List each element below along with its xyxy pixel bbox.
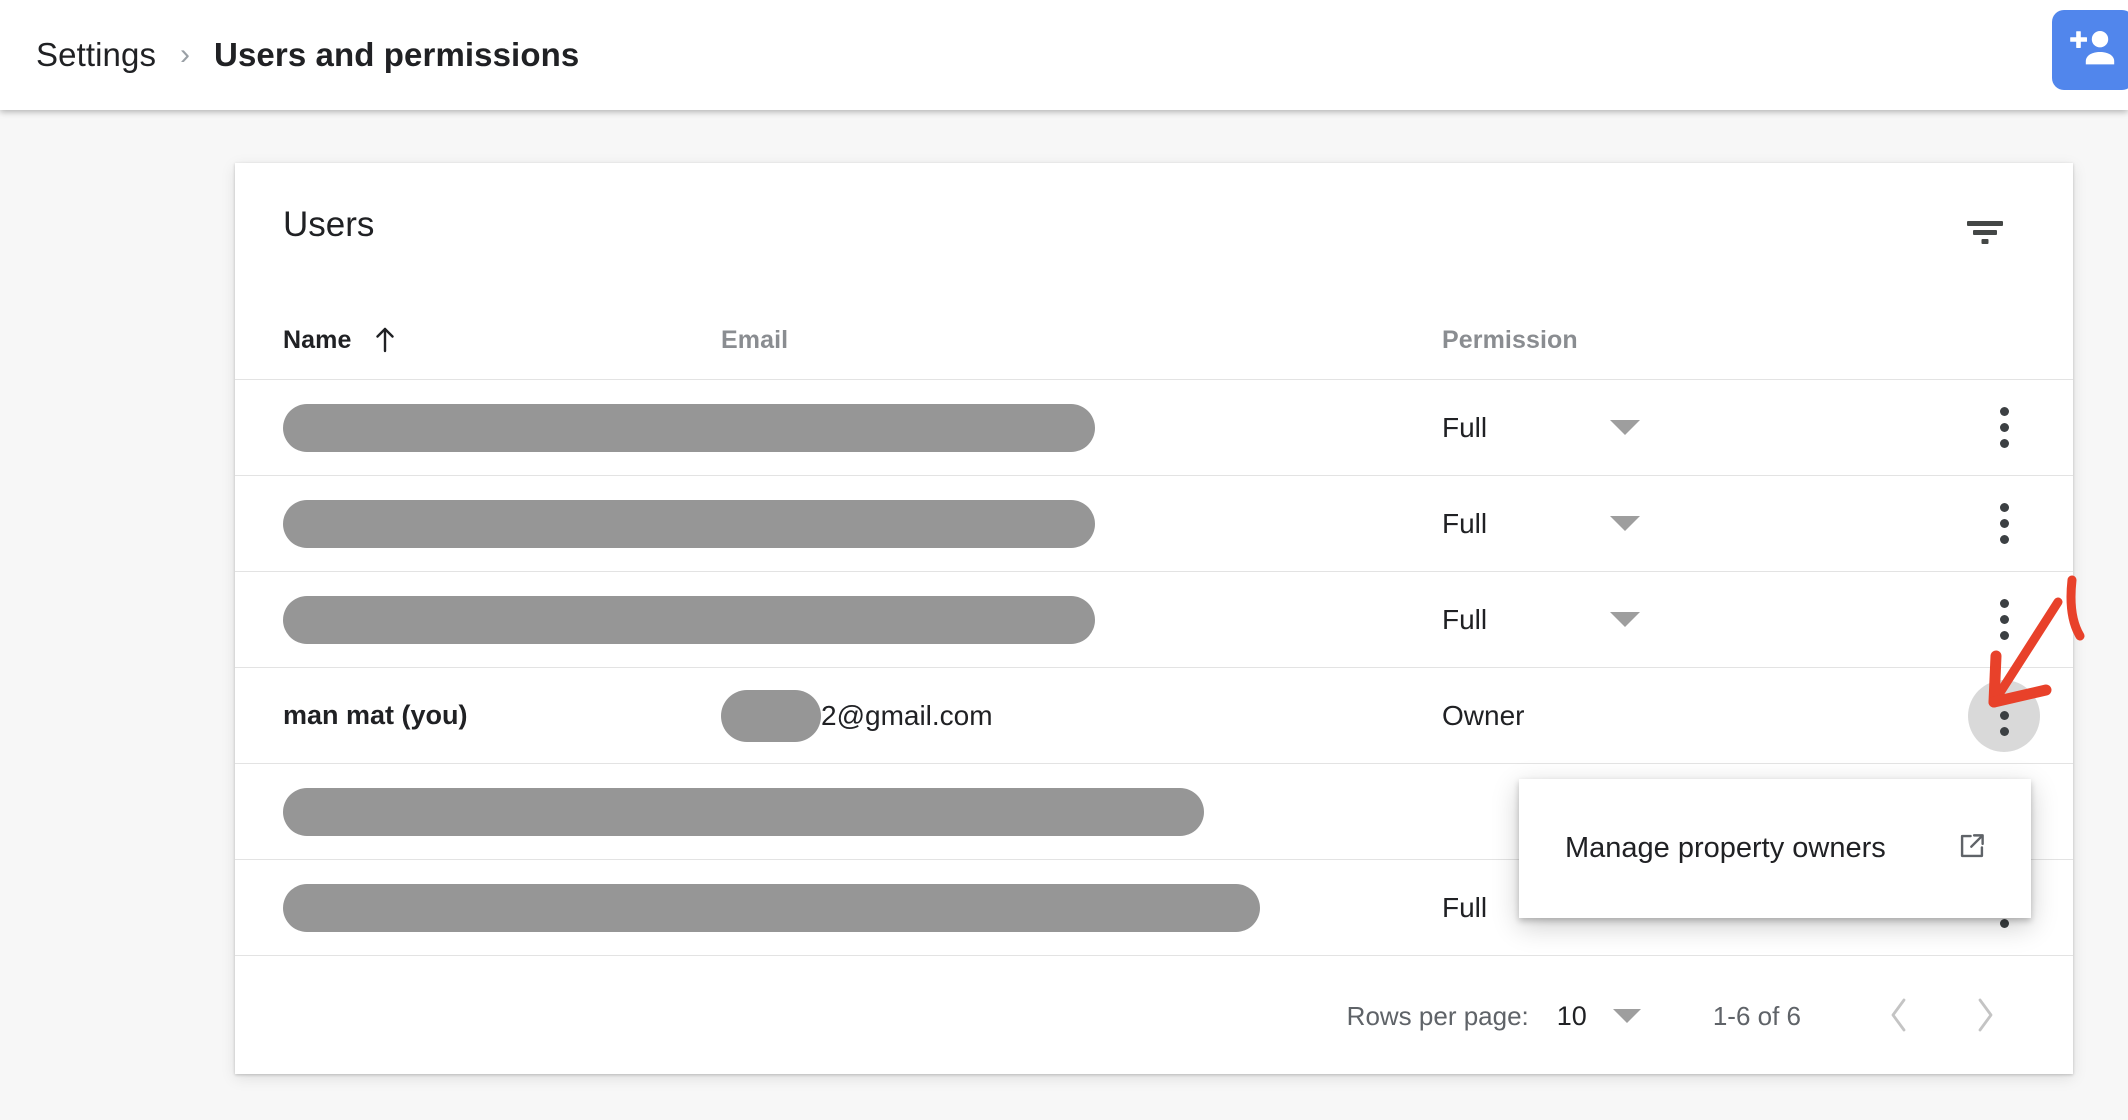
table-header-row: Name Email Permission bbox=[235, 301, 2073, 379]
breadcrumb: Settings › Users and permissions bbox=[36, 0, 579, 110]
sort-ascending-icon bbox=[374, 327, 396, 353]
chevron-left-icon bbox=[1885, 995, 1913, 1038]
page-title: Users and permissions bbox=[214, 36, 580, 73]
card-title: Users bbox=[283, 205, 375, 244]
cell-name: man mat (you) bbox=[283, 668, 468, 763]
cell-name bbox=[283, 764, 1204, 859]
cell-permission[interactable]: Full bbox=[1442, 380, 1640, 475]
filter-button[interactable] bbox=[1955, 203, 2015, 263]
redacted-name bbox=[283, 787, 1204, 836]
rows-per-page-caret-icon[interactable] bbox=[1612, 1009, 1641, 1023]
row-context-menu: Manage property owners bbox=[1519, 779, 2031, 918]
filter-list-icon bbox=[1964, 217, 2006, 250]
add-user-button[interactable] bbox=[2052, 10, 2128, 90]
permission-value: Full bbox=[1442, 411, 1488, 443]
cell-actions bbox=[1935, 380, 2073, 475]
redacted-name bbox=[283, 403, 1095, 452]
open-in-new-icon bbox=[1955, 829, 1989, 868]
permission-dropdown-caret-icon[interactable] bbox=[1610, 420, 1640, 435]
rows-per-page-label: Rows per page: bbox=[1346, 1000, 1529, 1031]
redacted-email-prefix bbox=[721, 689, 821, 742]
kebab-menu-button[interactable] bbox=[1968, 488, 2040, 560]
breadcrumb-settings-link[interactable]: Settings bbox=[36, 36, 156, 74]
redacted-name bbox=[283, 883, 1260, 932]
permission-value: Full bbox=[1442, 507, 1488, 539]
rows-per-page-value[interactable]: 10 bbox=[1557, 1001, 1587, 1032]
cell-name bbox=[283, 380, 1095, 475]
pagination-range-label: 1-6 of 6 bbox=[1712, 1000, 1801, 1031]
top-header-bar: Settings › Users and permissions bbox=[0, 0, 2128, 110]
permission-value: Owner bbox=[1442, 699, 1525, 731]
previous-page-button[interactable] bbox=[1871, 988, 1927, 1044]
cell-email: 2@gmail.com bbox=[721, 668, 993, 763]
permission-dropdown-caret-icon[interactable] bbox=[1610, 612, 1640, 627]
cell-name bbox=[283, 572, 1095, 667]
table-row: Full bbox=[235, 571, 2073, 667]
cell-name bbox=[283, 476, 1095, 571]
column-header-permission[interactable]: Permission bbox=[1442, 301, 1578, 379]
user-email: 2@gmail.com bbox=[821, 699, 993, 731]
table-row: Full bbox=[235, 475, 2073, 571]
column-header-permission-label: Permission bbox=[1442, 325, 1578, 354]
permission-dropdown-caret-icon[interactable] bbox=[1610, 516, 1640, 531]
cell-permission[interactable]: Full bbox=[1442, 476, 1640, 571]
paginator: Rows per page: 10 1-6 of 6 bbox=[235, 958, 2073, 1074]
cell-permission[interactable]: Full bbox=[1442, 572, 1640, 667]
cell-actions bbox=[1935, 476, 2073, 571]
permission-value: Full bbox=[1442, 603, 1488, 635]
chevron-right-icon bbox=[1971, 995, 1999, 1038]
cell-actions bbox=[1935, 572, 2073, 667]
redacted-name bbox=[283, 499, 1095, 548]
menu-item-label: Manage property owners bbox=[1565, 832, 1886, 864]
redacted-name bbox=[283, 595, 1095, 644]
user-name: man mat (you) bbox=[283, 700, 468, 730]
column-header-name-label: Name bbox=[283, 325, 352, 354]
kebab-menu-button[interactable] bbox=[1968, 584, 2040, 656]
table-row: Full bbox=[235, 379, 2073, 475]
table-row-current-user: man mat (you) 2@gmail.com Owner bbox=[235, 667, 2073, 763]
column-header-name[interactable]: Name bbox=[283, 301, 396, 379]
cell-name bbox=[283, 860, 1260, 955]
users-card: Users Name Email Permission Full Full Fu… bbox=[235, 163, 2073, 1074]
cell-actions bbox=[1935, 668, 2073, 763]
next-page-button[interactable] bbox=[1957, 988, 2013, 1044]
chevron-right-icon: › bbox=[180, 38, 191, 71]
column-header-email[interactable]: Email bbox=[721, 301, 788, 379]
menu-item-manage-property-owners[interactable]: Manage property owners bbox=[1519, 779, 2031, 918]
kebab-menu-button-row-4[interactable] bbox=[1968, 679, 2040, 752]
pagination-nav bbox=[1871, 988, 2013, 1044]
kebab-menu-button[interactable] bbox=[1968, 392, 2040, 464]
column-header-email-label: Email bbox=[721, 325, 789, 354]
cell-permission: Owner bbox=[1442, 668, 1538, 763]
card-header: Users bbox=[235, 163, 2073, 301]
person-add-icon bbox=[2069, 28, 2117, 73]
